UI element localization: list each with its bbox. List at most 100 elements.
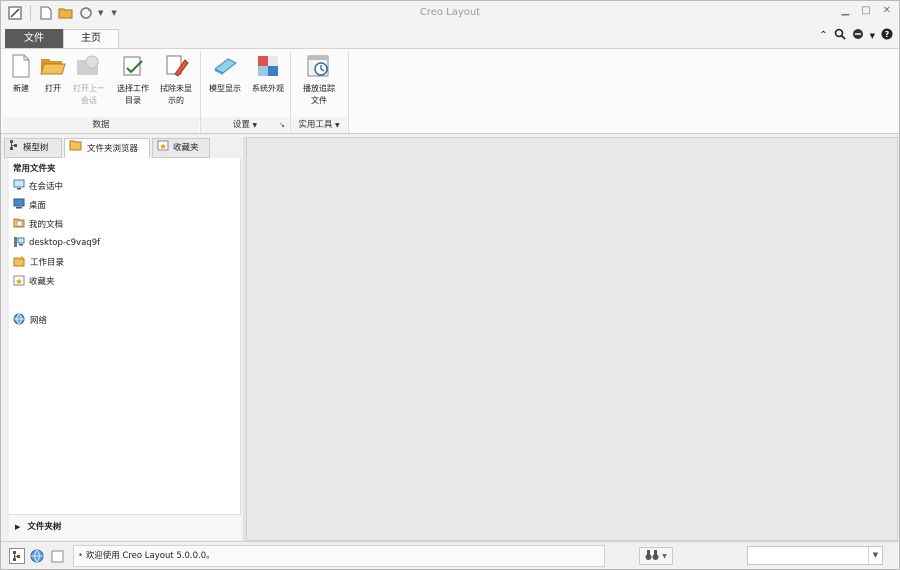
folder-item-my-documents[interactable]: 我的文档 — [13, 216, 63, 232]
svg-text:?: ? — [885, 30, 890, 39]
folder-item-desktop[interactable]: 桌面 — [13, 197, 46, 213]
common-folders-title: 常用文件夹 — [13, 164, 56, 174]
search-icon[interactable] — [834, 28, 846, 43]
help-toolbar: ⌃ ▼ ? — [819, 28, 893, 43]
status-message: 欢迎使用 Creo Layout 5.0.0.0。 — [85, 551, 215, 561]
close-icon[interactable]: ✕ — [883, 5, 891, 16]
help-icon[interactable]: ? — [881, 28, 893, 43]
system-appearance-icon — [254, 53, 282, 79]
dialog-launcher-icon[interactable]: ↘ — [279, 117, 285, 133]
new-button[interactable]: 新建 — [7, 53, 35, 95]
folder-item-working-directory[interactable]: 工作目录 — [13, 254, 64, 270]
folder-item-label: 桌面 — [29, 201, 47, 211]
select-working-directory-button[interactable]: 选择工作 目录 — [112, 53, 154, 107]
ribbon-separator — [348, 51, 349, 133]
system-appearance-button[interactable]: 系统外观 — [247, 53, 289, 95]
folder-item-label: desktop-c9vaq9f — [29, 238, 101, 248]
select-working-directory-label-1: 选择工作 — [117, 84, 149, 93]
community-dropdown-icon[interactable]: ▼ — [870, 32, 875, 40]
erase-not-displayed-label-1: 拭除未显 — [160, 84, 192, 93]
folder-item-network[interactable]: 网络 — [13, 312, 47, 328]
folder-tree-label: 文件夹树 — [27, 522, 62, 532]
community-icon[interactable] — [852, 28, 864, 43]
folder-item-label: 在会话中 — [29, 182, 64, 192]
folder-item-computer[interactable]: desktop-c9vaq9f — [13, 235, 100, 251]
open-button[interactable]: 打开 — [39, 53, 67, 95]
utilities-group-label: 实用工具 — [298, 120, 333, 130]
window-controls: ▁ □ ✕ — [841, 5, 891, 16]
filter-dropdown-icon: ▼ — [662, 552, 667, 560]
open-last-session-label-1: 打开上一 — [73, 84, 105, 93]
system-appearance-label: 系统外观 — [252, 84, 284, 93]
computer-icon — [13, 236, 25, 251]
model-display-icon — [211, 53, 239, 79]
bullet-icon: • — [78, 551, 84, 561]
folder-item-favorites[interactable]: 收藏夹 — [13, 273, 55, 289]
ribbon-group-settings[interactable]: 设置 ▼ ↘ — [201, 117, 289, 133]
title-bar: ▼ ▼ Creo Layout ▁ □ ✕ — [1, 1, 899, 27]
tab-file[interactable]: 文件 — [5, 29, 63, 48]
folder-item-label: 网络 — [30, 316, 48, 326]
maximize-icon[interactable]: □ — [861, 5, 870, 16]
open-last-session-button[interactable]: 打开上一 会话 — [69, 53, 109, 107]
message-area: • 欢迎使用 Creo Layout 5.0.0.0。 — [73, 545, 605, 567]
browser-globe-icon[interactable] — [29, 548, 45, 564]
tab-folder-browser[interactable]: 文件夹浏览器 — [64, 138, 150, 158]
ribbon-tab-row: 文件 主页 ⌃ ▼ ? — [1, 27, 899, 48]
model-tree-icon — [9, 139, 19, 158]
documents-folder-icon — [13, 217, 25, 231]
ribbon-group-utilities[interactable]: 实用工具 ▼ — [291, 117, 347, 133]
tab-favorites[interactable]: 收藏夹 — [152, 138, 210, 158]
folder-browser-icon — [69, 139, 83, 158]
ribbon-group-data: 数据 — [3, 117, 199, 133]
select-working-directory-label-2: 目录 — [125, 96, 141, 105]
play-trail-icon — [305, 53, 333, 79]
open-button-label: 打开 — [45, 84, 61, 93]
minimize-icon[interactable]: ▁ — [841, 5, 849, 16]
play-trail-label-2: 文件 — [311, 96, 327, 105]
network-icon — [13, 313, 26, 328]
application-window: ▼ ▼ Creo Layout ▁ □ ✕ 文件 主页 ⌃ ▼ ? 新建 打开 … — [0, 0, 900, 570]
favorites-folder-icon — [13, 274, 25, 289]
new-document-icon — [7, 53, 35, 79]
monitor-icon — [13, 179, 25, 193]
expand-triangle-icon: ▶ — [15, 523, 21, 531]
folder-item-in-session[interactable]: 在会话中 — [13, 178, 63, 194]
erase-not-displayed-button[interactable]: 拭除未显 示的 — [155, 53, 197, 107]
model-display-label: 模型显示 — [209, 84, 241, 93]
play-trail-label-1: 播放追踪 — [303, 84, 335, 93]
selection-filter-button[interactable]: ▼ — [639, 547, 673, 565]
full-screen-icon[interactable] — [49, 548, 65, 564]
select-working-directory-icon — [119, 53, 147, 79]
main-canvas[interactable] — [246, 137, 898, 541]
ribbon: 新建 打开 打开上一 会话 选择工作 目录 拭除未显 示的 数据 模型显示 系统… — [1, 48, 899, 134]
model-display-button[interactable]: 模型显示 — [204, 53, 246, 95]
settings-dropdown-icon: ▼ — [252, 122, 258, 129]
chevron-down-icon[interactable]: ▼ — [868, 547, 882, 564]
model-tree-tab-label: 模型树 — [23, 143, 49, 153]
folder-tree-expander[interactable]: ▶ 文件夹树 — [9, 514, 241, 540]
folder-item-label: 工作目录 — [30, 258, 65, 268]
utilities-dropdown-icon: ▼ — [335, 122, 340, 129]
desktop-icon — [13, 198, 25, 212]
play-trail-file-button[interactable]: 播放追踪 文件 — [295, 53, 343, 107]
folder-item-label: 我的文档 — [29, 220, 64, 230]
selection-filter-select[interactable]: ▼ — [747, 546, 883, 565]
open-folder-large-icon — [39, 53, 67, 79]
settings-group-label: 设置 — [232, 120, 250, 130]
open-last-session-icon — [75, 53, 103, 79]
eraser-icon — [162, 53, 190, 79]
tab-home[interactable]: 主页 — [63, 29, 119, 48]
toggle-navigator-icon[interactable] — [9, 548, 25, 564]
favorites-tab-label: 收藏夹 — [173, 143, 199, 153]
binoculars-icon — [645, 549, 659, 564]
folder-browser-panel: 常用文件夹 在会话中 桌面 我的文档 desktop-c9vaq9f 工作目录 … — [9, 158, 241, 514]
collapse-ribbon-icon[interactable]: ⌃ — [819, 30, 827, 41]
folder-item-label: 收藏夹 — [29, 277, 55, 287]
erase-not-displayed-label-2: 示的 — [168, 96, 184, 105]
tab-model-tree[interactable]: 模型树 — [4, 138, 62, 158]
folder-browser-tab-label: 文件夹浏览器 — [87, 143, 139, 154]
navigator-tabs: 模型树 文件夹浏览器 收藏夹 — [4, 137, 244, 158]
working-directory-icon — [13, 255, 26, 270]
status-bar: • 欢迎使用 Creo Layout 5.0.0.0。 ▼ ▼ — [1, 541, 899, 569]
